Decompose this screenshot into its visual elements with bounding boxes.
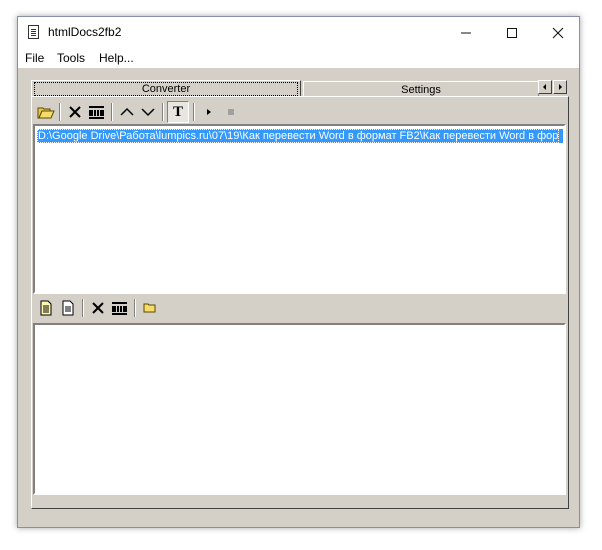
- move-down-button[interactable]: [137, 101, 159, 123]
- document-properties-button[interactable]: [35, 297, 57, 319]
- app-window: htmlDocs2fb2 File Tools Help... Converte…: [17, 16, 580, 528]
- delete-icon: [69, 106, 81, 118]
- new-document-button[interactable]: [57, 297, 79, 319]
- menu-tools[interactable]: Tools: [57, 51, 85, 65]
- app-icon[interactable]: [28, 25, 39, 39]
- minimize-icon: [461, 32, 471, 33]
- arrow-right-icon: [559, 84, 562, 90]
- move-up-icon: [120, 107, 134, 116]
- tab-converter-label: Converter: [34, 82, 298, 96]
- toolbar-separator: [111, 103, 113, 121]
- folder-icon: [143, 303, 156, 313]
- menu-help[interactable]: Help...: [99, 51, 134, 65]
- toolbar-separator: [59, 103, 61, 121]
- minimize-button[interactable]: [443, 17, 489, 48]
- status-bar: [18, 509, 579, 527]
- title-bar[interactable]: htmlDocs2fb2: [18, 17, 579, 48]
- document-icon: [62, 300, 74, 316]
- toolbar-separator: [193, 103, 195, 121]
- toolbar-separator: [82, 299, 84, 317]
- tab-converter[interactable]: Converter: [31, 80, 301, 96]
- move-up-button[interactable]: [116, 101, 138, 123]
- toolbar-separator: [162, 103, 164, 121]
- tab-scroll-right-button[interactable]: [553, 80, 567, 94]
- delete-file-button[interactable]: [64, 101, 86, 123]
- document-properties-icon: [40, 300, 52, 316]
- tab-settings[interactable]: Settings: [303, 81, 539, 97]
- clear-list-icon: [89, 106, 104, 119]
- window-title: htmlDocs2fb2: [48, 25, 122, 39]
- start-convert-button[interactable]: [198, 101, 220, 123]
- open-files-button[interactable]: [35, 101, 57, 123]
- open-output-folder-button[interactable]: [139, 297, 161, 319]
- delete-output-button[interactable]: [87, 297, 109, 319]
- close-button[interactable]: [535, 17, 581, 48]
- text-format-button[interactable]: T: [167, 101, 189, 123]
- source-files-list[interactable]: D:\Google Drive\Работа\lumpics.ru\07\19\…: [33, 124, 566, 294]
- list-item[interactable]: D:\Google Drive\Работа\lumpics.ru\07\19\…: [37, 129, 563, 143]
- play-icon: [207, 109, 211, 115]
- stop-icon: [228, 109, 234, 115]
- maximize-icon: [507, 27, 517, 38]
- list-item-path: D:\Google Drive\Работа\lumpics.ru\07\19\…: [37, 129, 560, 143]
- tab-settings-label: Settings: [401, 84, 441, 96]
- arrow-left-icon: [543, 84, 546, 90]
- delete-icon: [92, 302, 104, 314]
- stop-convert-button[interactable]: [220, 101, 242, 123]
- move-down-icon: [141, 108, 155, 117]
- clear-list-button[interactable]: [86, 101, 108, 123]
- menu-file[interactable]: File: [25, 51, 44, 65]
- clear-list-icon: [112, 302, 127, 315]
- open-folder-icon: [37, 107, 55, 119]
- tab-scroll-left-button[interactable]: [538, 80, 552, 94]
- output-files-list[interactable]: [33, 323, 566, 495]
- close-icon: [552, 27, 564, 38]
- text-format-icon: T: [172, 103, 183, 120]
- maximize-button[interactable]: [489, 17, 535, 48]
- toolbar-separator: [134, 299, 136, 317]
- clear-output-button[interactable]: [109, 297, 131, 319]
- menu-bar: File Tools Help...: [18, 48, 579, 68]
